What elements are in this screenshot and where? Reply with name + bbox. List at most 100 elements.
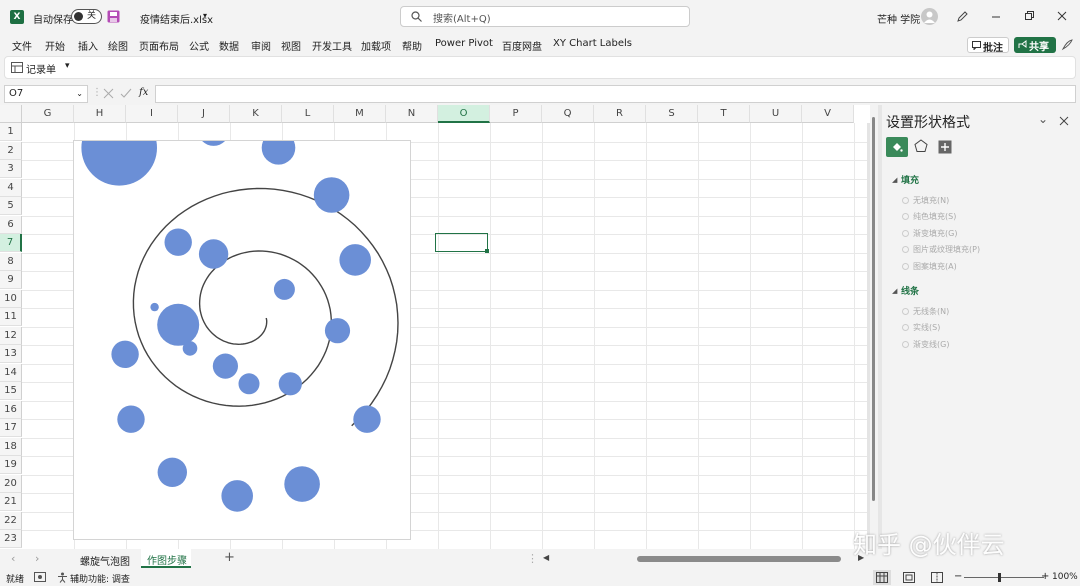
column-header-N[interactable]: N bbox=[386, 105, 438, 123]
row-header-8[interactable]: 8 bbox=[0, 252, 22, 271]
option-no-line[interactable]: 无线条(N) bbox=[902, 306, 949, 317]
accessibility-status[interactable]: 辅助功能: 调查 bbox=[70, 572, 130, 585]
menu-developer[interactable]: 开发工具 bbox=[312, 38, 352, 53]
bubble-point-9[interactable] bbox=[261, 131, 296, 165]
column-header-K[interactable]: K bbox=[230, 105, 282, 123]
comment-button[interactable]: 批注 bbox=[967, 37, 1009, 54]
row-header-15[interactable]: 15 bbox=[0, 382, 22, 400]
select-all-corner[interactable] bbox=[0, 105, 22, 123]
row-header-13[interactable]: 13 bbox=[0, 345, 22, 363]
menu-addins[interactable]: 加载项 bbox=[361, 38, 391, 53]
menu-formulas[interactable]: 公式 bbox=[189, 38, 209, 53]
option-solid-fill[interactable]: 纯色填充(S) bbox=[902, 211, 956, 222]
row-header-11[interactable]: 11 bbox=[0, 308, 22, 326]
row-header-9[interactable]: 9 bbox=[0, 271, 22, 289]
zoom-out-button[interactable]: − bbox=[954, 571, 962, 582]
bubble-point-5[interactable] bbox=[278, 372, 302, 396]
menu-file[interactable]: 文件 bbox=[12, 38, 32, 53]
column-header-I[interactable]: I bbox=[126, 105, 178, 123]
insert-function-icon[interactable]: fx bbox=[139, 87, 148, 98]
option-gradient-line[interactable]: 渐变线(G) bbox=[902, 339, 949, 350]
save-icon[interactable] bbox=[107, 10, 120, 23]
zoom-level[interactable]: 100% bbox=[1052, 572, 1078, 582]
menu-help[interactable]: 帮助 bbox=[402, 38, 422, 53]
row-header-6[interactable]: 6 bbox=[0, 215, 22, 234]
column-header-L[interactable]: L bbox=[282, 105, 334, 123]
pen-icon[interactable] bbox=[956, 10, 969, 23]
bubble-point-8[interactable] bbox=[313, 177, 350, 213]
fill-collapse-icon[interactable]: ◢ bbox=[892, 176, 897, 184]
user-name[interactable]: 芒种 学院 bbox=[877, 11, 920, 26]
spreadsheet-grid[interactable]: GHIJKLMNOPQRSTUV 1 2 3 4 5 6 7 8 9 10 11 12 13 14 15 16… bbox=[0, 105, 870, 549]
row-header-3[interactable]: 3 bbox=[0, 160, 22, 178]
row-header-23[interactable]: 23 bbox=[0, 530, 22, 548]
vertical-scrollbar[interactable] bbox=[872, 117, 875, 501]
row-header-21[interactable]: 21 bbox=[0, 493, 22, 511]
bubble-point-1[interactable] bbox=[157, 303, 200, 346]
menu-page-layout[interactable]: 页面布局 bbox=[139, 38, 179, 53]
fill-handle[interactable] bbox=[485, 249, 489, 253]
row-header-19[interactable]: 19 bbox=[0, 456, 22, 474]
zoom-in-button[interactable]: + bbox=[1041, 571, 1049, 582]
autosave-toggle[interactable]: 关 bbox=[71, 9, 102, 24]
scroll-left-icon[interactable]: ◀ bbox=[543, 553, 549, 562]
filename-dropdown-icon[interactable]: ▾ bbox=[203, 11, 207, 20]
column-header-T[interactable]: T bbox=[698, 105, 750, 123]
option-no-fill[interactable]: 无填充(N) bbox=[902, 195, 949, 206]
line-collapse-icon[interactable]: ◢ bbox=[892, 287, 897, 295]
fill-section-header[interactable]: 填充 bbox=[901, 173, 919, 186]
row-header-5[interactable]: 5 bbox=[0, 197, 22, 215]
zoom-slider[interactable] bbox=[964, 577, 1044, 578]
bubble-point-10[interactable] bbox=[197, 114, 230, 146]
bubble-point-2[interactable] bbox=[198, 239, 229, 269]
row-header-22[interactable]: 22 bbox=[0, 511, 22, 530]
search-box[interactable]: 搜索(Alt+Q) bbox=[400, 6, 690, 27]
active-cell-cursor[interactable] bbox=[435, 233, 488, 252]
macro-record-icon[interactable] bbox=[34, 572, 46, 583]
row-header-20[interactable]: 20 bbox=[0, 474, 22, 493]
size-properties-icon[interactable] bbox=[938, 140, 952, 154]
bubble-point-6[interactable] bbox=[324, 318, 351, 344]
minimize-icon[interactable] bbox=[991, 12, 1001, 22]
fill-line-tab[interactable] bbox=[886, 137, 908, 157]
column-header-J[interactable]: J bbox=[178, 105, 230, 123]
row-header-16[interactable]: 16 bbox=[0, 400, 22, 419]
row-header-1[interactable]: 1 bbox=[0, 123, 22, 141]
menu-baidu[interactable]: 百度网盘 bbox=[502, 38, 542, 53]
column-header-H[interactable]: H bbox=[74, 105, 126, 123]
row-header-7[interactable]: 7 bbox=[0, 234, 22, 252]
normal-view-button[interactable] bbox=[873, 570, 891, 585]
column-header-M[interactable]: M bbox=[334, 105, 386, 123]
page-break-view-icon[interactable] bbox=[931, 572, 943, 583]
column-header-R[interactable]: R bbox=[594, 105, 646, 123]
ribbon-customize-dropdown[interactable]: ▾ bbox=[65, 61, 70, 71]
bubble-point-3[interactable] bbox=[164, 228, 192, 256]
bubble-point-21[interactable] bbox=[273, 278, 295, 300]
effects-pentagon-icon[interactable] bbox=[914, 139, 928, 153]
enter-check-icon[interactable] bbox=[120, 88, 132, 99]
line-section-header[interactable]: 线条 bbox=[901, 284, 919, 297]
bubble-point-13[interactable] bbox=[238, 373, 260, 395]
menu-xy-chart-labels[interactable]: XY Chart Labels bbox=[553, 38, 632, 49]
menu-draw[interactable]: 绘图 bbox=[108, 38, 128, 53]
name-box[interactable]: O7 ⌄ bbox=[4, 85, 88, 103]
menu-data[interactable]: 数据 bbox=[219, 38, 239, 53]
row-header-14[interactable]: 14 bbox=[0, 363, 22, 382]
menu-insert[interactable]: 插入 bbox=[78, 38, 98, 53]
option-gradient-fill[interactable]: 渐变填充(G) bbox=[902, 228, 957, 239]
sheet-tab-steps[interactable]: 作图步骤 bbox=[141, 549, 191, 568]
restore-icon[interactable] bbox=[1024, 11, 1034, 21]
option-pattern-fill[interactable]: 图案填充(A) bbox=[902, 261, 957, 272]
row-header-12[interactable]: 12 bbox=[0, 326, 22, 345]
column-header-O[interactable]: O bbox=[438, 105, 490, 123]
avatar[interactable] bbox=[921, 8, 938, 25]
row-header-4[interactable]: 4 bbox=[0, 178, 22, 197]
copilot-icon[interactable] bbox=[1061, 38, 1074, 51]
share-button[interactable]: 共享 bbox=[1014, 37, 1056, 53]
row-header-10[interactable]: 10 bbox=[0, 289, 22, 308]
close-icon[interactable] bbox=[1057, 11, 1067, 21]
panel-splitter[interactable] bbox=[867, 123, 870, 549]
next-sheet-icon[interactable]: › bbox=[35, 552, 39, 565]
bubble-point-17[interactable] bbox=[117, 405, 145, 433]
prev-sheet-icon[interactable]: ‹ bbox=[11, 552, 15, 565]
